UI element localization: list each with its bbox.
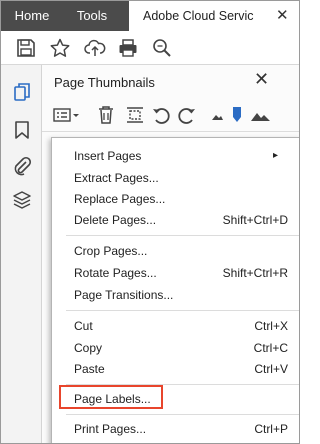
menu-item-shortcut: Ctrl+X bbox=[254, 319, 288, 333]
menu-item-shortcut: Ctrl+P bbox=[254, 422, 288, 436]
menu-item-crop-pages[interactable]: Crop Pages... bbox=[52, 240, 299, 262]
zoom-search-icon[interactable] bbox=[151, 37, 173, 59]
menu-item-delete-pages[interactable]: Delete Pages... Shift+Ctrl+D bbox=[52, 209, 299, 231]
star-icon[interactable] bbox=[49, 37, 71, 59]
tab-bar: Home Tools Adobe Cloud Servic ✕ bbox=[1, 1, 299, 31]
menu-item-label: Page Transitions... bbox=[74, 288, 174, 302]
menu-item-shortcut: Ctrl+C bbox=[253, 341, 288, 355]
menu-item-paste[interactable]: Paste Ctrl+V bbox=[52, 358, 299, 380]
menu-item-extract-pages[interactable]: Extract Pages... bbox=[52, 167, 299, 189]
menu-item-label: Crop Pages... bbox=[74, 244, 148, 258]
upload-cloud-icon[interactable] bbox=[84, 37, 106, 59]
tab-tools[interactable]: Tools bbox=[67, 1, 117, 31]
layers-icon[interactable] bbox=[11, 189, 33, 211]
thumbnail-size-slider-icon[interactable] bbox=[230, 104, 244, 126]
menu-separator bbox=[66, 414, 299, 415]
print-icon[interactable] bbox=[117, 37, 139, 59]
menu-item-shortcut: Ctrl+V bbox=[254, 362, 288, 376]
menu-item-print-pages[interactable]: Print Pages... Ctrl+P bbox=[52, 418, 299, 440]
menu-item-label: Rotate Pages... bbox=[74, 266, 157, 280]
menu-item-label: Extract Pages... bbox=[74, 171, 159, 185]
page-labels-highlight-box bbox=[59, 385, 163, 409]
menu-item-shortcut: Shift+Ctrl+D bbox=[222, 213, 288, 227]
rotate-right-icon[interactable] bbox=[176, 104, 198, 126]
menu-item-label: Delete Pages... bbox=[74, 213, 157, 227]
menu-item-label: Cut bbox=[74, 319, 93, 333]
menu-item-label: Replace Pages... bbox=[74, 192, 166, 206]
submenu-arrow-icon: ▸ bbox=[272, 150, 278, 161]
menu-item-replace-pages[interactable]: Replace Pages... bbox=[52, 188, 299, 210]
app-window: Home Tools Adobe Cloud Servic ✕ Page Thu… bbox=[0, 0, 300, 444]
menu-item-shortcut: Shift+Ctrl+R bbox=[222, 266, 288, 280]
menu-item-cut[interactable]: Cut Ctrl+X bbox=[52, 315, 299, 337]
attachment-icon[interactable] bbox=[11, 155, 33, 177]
menu-item-insert-pages[interactable]: Insert Pages ▸ bbox=[52, 145, 299, 167]
panel-toolbar bbox=[42, 99, 299, 132]
delete-icon[interactable] bbox=[95, 104, 117, 126]
menu-item-copy[interactable]: Copy Ctrl+C bbox=[52, 337, 299, 359]
main-toolbar bbox=[1, 31, 299, 65]
insert-pages-icon[interactable] bbox=[124, 104, 146, 126]
navigation-rail bbox=[1, 65, 42, 443]
large-thumbnails-icon[interactable] bbox=[250, 104, 272, 126]
tab-document-label: Adobe Cloud Servic bbox=[143, 9, 254, 23]
menu-item-page-transitions[interactable]: Page Transitions... bbox=[52, 284, 299, 306]
menu-item-label: Print Pages... bbox=[74, 422, 147, 436]
panel-title: Page Thumbnails bbox=[54, 75, 155, 90]
tab-document[interactable]: Adobe Cloud Servic ✕ bbox=[129, 1, 299, 31]
menu-separator bbox=[66, 310, 299, 311]
page-thumbnails-icon[interactable] bbox=[11, 81, 33, 103]
menu-item-rotate-pages[interactable]: Rotate Pages... Shift+Ctrl+R bbox=[52, 262, 299, 284]
menu-item-label: Insert Pages bbox=[74, 149, 142, 163]
save-icon[interactable] bbox=[15, 37, 37, 59]
menu-item-label: Paste bbox=[74, 362, 105, 376]
tab-home[interactable]: Home bbox=[7, 1, 57, 31]
small-thumbnails-icon[interactable] bbox=[210, 104, 224, 126]
close-tab-icon[interactable]: ✕ bbox=[276, 1, 289, 31]
menu-separator bbox=[66, 235, 299, 236]
bookmark-icon[interactable] bbox=[11, 119, 33, 141]
panel-close-icon[interactable]: ✕ bbox=[254, 69, 269, 90]
menu-item-label: Copy bbox=[74, 341, 103, 355]
rotate-left-icon[interactable] bbox=[150, 104, 172, 126]
options-menu-icon[interactable] bbox=[52, 104, 82, 126]
